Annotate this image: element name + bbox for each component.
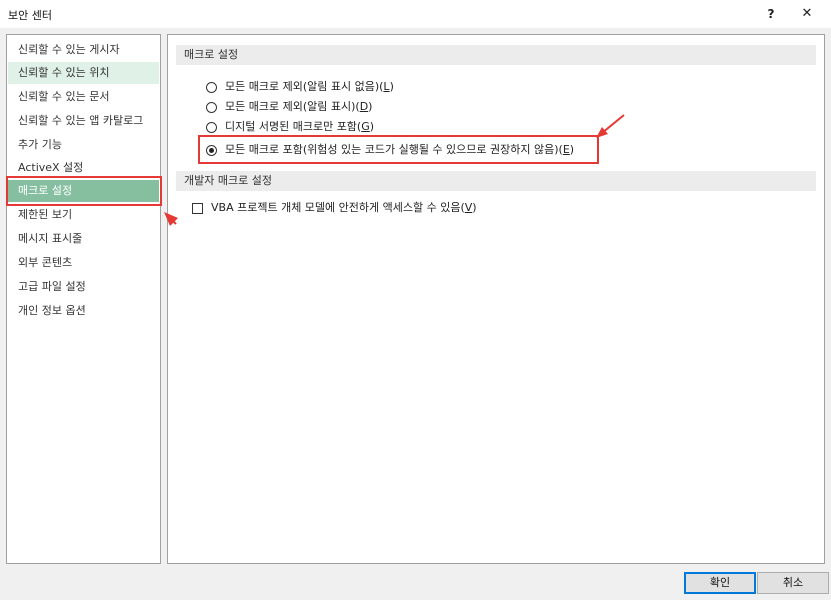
sidebar-item-message-bar[interactable]: 메시지 표시줄 [8,228,159,250]
sidebar-item-privacy-options[interactable]: 개인 정보 옵션 [8,300,159,322]
option-enable-all-macros[interactable]: 모든 매크로 포함(위험성 있는 코드가 실행될 수 있으므로 권장하지 않음)… [206,141,574,159]
sidebar-item-file-block-settings[interactable]: 고급 파일 설정 [8,276,159,298]
option-label-suffix: ) [569,143,575,156]
sidebar-item-trusted-publishers[interactable]: 신뢰할 수 있는 게시자 [8,39,159,61]
option-disable-all-with-notification[interactable]: 모든 매크로 제외(알림 표시)(D) [206,98,372,116]
sidebar-item-trusted-documents[interactable]: 신뢰할 수 있는 문서 [8,86,159,108]
option-label-suffix: ) [369,120,375,133]
vba-trust-access-label: VBA 프로젝트 개체 모델에 안전하게 액세스할 수 있음( [211,201,465,214]
settings-panel: 매크로 설정 모든 매크로 제외(알림 표시 없음)(L) 모든 매크로 제외(… [167,34,825,564]
option-label: 모든 매크로 포함(위험성 있는 코드가 실행될 수 있으므로 권장하지 않음)… [225,143,563,156]
sidebar-item-activex-settings[interactable]: ActiveX 설정 [8,157,159,179]
vba-trust-access-checkbox-row[interactable]: VBA 프로젝트 개체 모델에 안전하게 액세스할 수 있음(V) [192,199,477,217]
accelerator-key: V [464,201,473,214]
option-label: 모든 매크로 제외(알림 표시 없음)( [225,80,384,93]
option-label-suffix: ) [368,100,373,113]
sidebar-item-macro-settings[interactable]: 매크로 설정 [8,180,159,202]
close-button[interactable]: ✕ [796,4,818,24]
sidebar-nav: 신뢰할 수 있는 게시자 신뢰할 수 있는 위치 신뢰할 수 있는 문서 신뢰할… [6,34,161,564]
sidebar-item-protected-view[interactable]: 제한된 보기 [8,204,159,226]
dialog-footer: 확인 취소 [0,564,831,600]
sidebar-item-add-ins[interactable]: 추가 기능 [8,134,159,156]
option-disable-all-without-notification[interactable]: 모든 매크로 제외(알림 표시 없음)(L) [206,78,394,96]
sidebar-item-trusted-app-catalogs[interactable]: 신뢰할 수 있는 앱 카탈로그 [8,110,159,132]
title-bar: 보안 센터 ? ✕ [0,0,831,28]
sidebar-item-external-content[interactable]: 외부 콘텐츠 [8,252,159,274]
ok-button[interactable]: 확인 [684,572,756,594]
radio-button-checked[interactable] [206,144,217,156]
option-digitally-signed-only[interactable]: 디지털 서명된 매크로만 포함(G) [206,118,374,136]
option-label-suffix: ) [389,80,394,93]
annotation-arrow-icon [164,212,178,226]
sidebar-item-trusted-locations[interactable]: 신뢰할 수 있는 위치 [8,62,159,84]
checkbox[interactable] [192,202,203,214]
cancel-button[interactable]: 취소 [757,572,829,594]
macro-settings-header: 매크로 설정 [176,45,816,65]
radio-button[interactable] [206,81,217,93]
vba-trust-access-label-suffix: ) [472,201,477,214]
accelerator-key: E [562,143,570,156]
window-title: 보안 센터 [8,9,52,22]
accelerator-key: G [361,120,370,133]
option-label: 모든 매크로 제외(알림 표시)( [225,100,360,113]
radio-button[interactable] [206,121,217,133]
option-label: 디지털 서명된 매크로만 포함( [225,120,362,133]
accelerator-key: D [359,100,369,113]
radio-button[interactable] [206,101,217,113]
help-button[interactable]: ? [760,4,782,24]
annotation-arrow-icon [596,114,625,138]
developer-macro-settings-header: 개발자 매크로 설정 [176,171,816,191]
